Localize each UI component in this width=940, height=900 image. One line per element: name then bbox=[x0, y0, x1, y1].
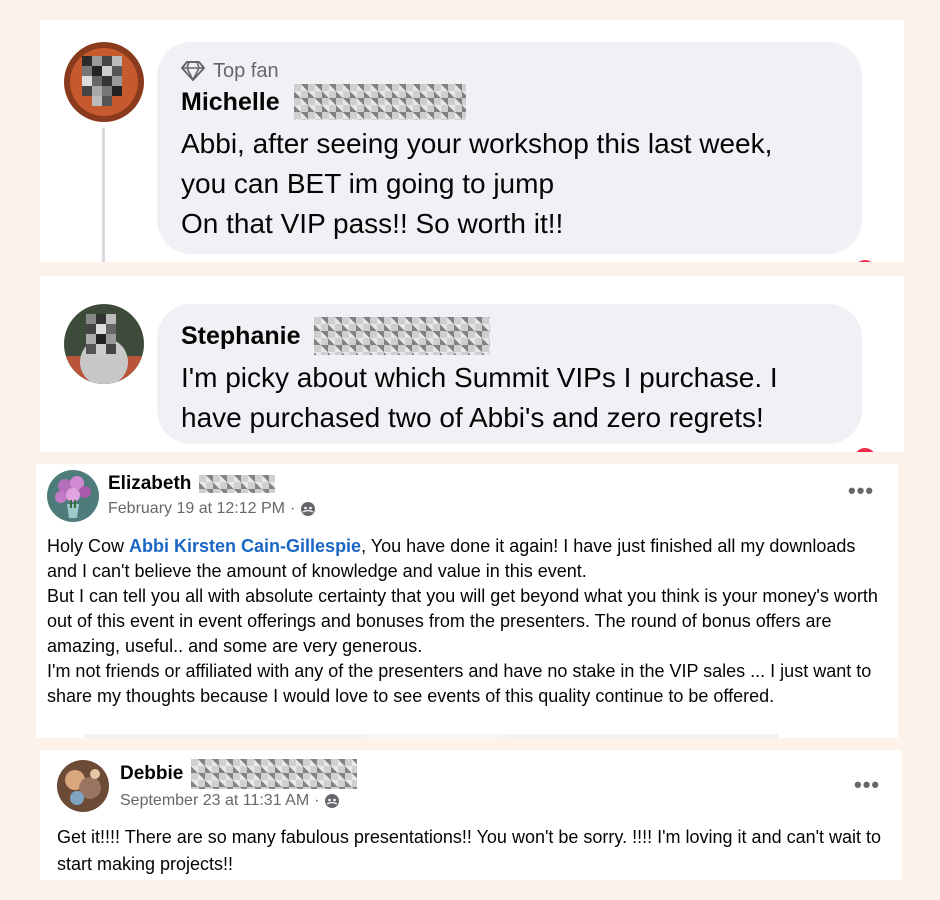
post-meta: February 19 at 12:12 PM · bbox=[108, 498, 316, 520]
comment-line: you can BET im going to jump bbox=[181, 168, 555, 199]
badge-label: Top fan bbox=[213, 59, 279, 82]
comment-line: have purchased two of Abbi's and zero re… bbox=[181, 402, 764, 433]
reaction-badge bbox=[854, 448, 876, 452]
post-paragraph: But I can tell you all with absolute cer… bbox=[47, 586, 878, 656]
redacted-last-name bbox=[293, 84, 466, 120]
redacted-last-name bbox=[199, 475, 276, 493]
text-run: Holy Cow bbox=[47, 536, 130, 556]
post-card-elizabeth: Elizabeth February 19 at 12:12 PM · ••• … bbox=[36, 464, 898, 738]
reply-thread-line bbox=[102, 128, 105, 262]
redacted-last-name bbox=[314, 317, 491, 355]
comment-text: I'm picky about which Summit VIPs I purc… bbox=[181, 358, 838, 438]
post-paragraph: Holy Cow Abbi Kirsten Cain-Gillespie, Yo… bbox=[47, 534, 887, 584]
globe-icon bbox=[301, 502, 316, 516]
commenter-first-name[interactable]: Stephanie bbox=[181, 322, 300, 351]
reaction-badge bbox=[854, 260, 876, 262]
comment-line: Abbi, after seeing your workshop this la… bbox=[181, 128, 773, 159]
more-options-icon[interactable]: ••• bbox=[854, 772, 880, 798]
avatar[interactable] bbox=[64, 42, 144, 122]
comment-line: On that VIP pass!! So worth it!! bbox=[181, 208, 564, 239]
poster-name[interactable]: Elizabeth bbox=[108, 472, 276, 496]
comment-card-michelle: Top fan Michelle Abbi, after seeing your… bbox=[40, 20, 904, 262]
poster-first-name[interactable]: Debbie bbox=[120, 763, 183, 785]
comment-bubble: Top fan Michelle Abbi, after seeing your… bbox=[157, 42, 862, 254]
post-paragraph: Get it!!!! There are so many fabulous pr… bbox=[57, 827, 882, 874]
poster-first-name[interactable]: Elizabeth bbox=[108, 473, 191, 495]
meta-separator: · bbox=[289, 500, 296, 517]
post-card-debbie: Debbie September 23 at 11:31 AM · ••• Ge… bbox=[40, 750, 902, 880]
comment-card-stephanie: Stephanie I'm picky about which Summit V… bbox=[40, 276, 904, 452]
commenter-first-name[interactable]: Michelle bbox=[181, 88, 280, 117]
comment-line: I'm picky about which Summit VIPs I purc… bbox=[181, 362, 778, 393]
mention-link[interactable]: Abbi Kirsten Cain-Gillespie bbox=[129, 536, 361, 556]
more-options-icon[interactable]: ••• bbox=[848, 478, 874, 504]
avatar[interactable] bbox=[47, 470, 99, 522]
commenter-name[interactable]: Stephanie bbox=[181, 317, 838, 355]
truncated-text-fragment bbox=[84, 734, 778, 738]
meta-separator: · bbox=[314, 792, 320, 809]
poster-name[interactable]: Debbie bbox=[120, 759, 358, 789]
top-fan-badge: Top fan bbox=[181, 58, 838, 84]
post-meta: September 23 at 11:31 AM · bbox=[120, 790, 340, 812]
post-body: Holy Cow Abbi Kirsten Cain-Gillespie, Yo… bbox=[47, 534, 887, 709]
post-timestamp[interactable]: September 23 at 11:31 AM bbox=[120, 792, 309, 810]
commenter-name[interactable]: Michelle bbox=[181, 84, 838, 120]
globe-icon bbox=[325, 794, 340, 808]
comment-bubble: Stephanie I'm picky about which Summit V… bbox=[157, 304, 862, 444]
diamond-icon bbox=[181, 61, 205, 81]
post-timestamp[interactable]: February 19 at 12:12 PM bbox=[108, 500, 285, 518]
post-paragraph: I'm not friends or affiliated with any o… bbox=[47, 661, 872, 706]
avatar[interactable] bbox=[57, 760, 109, 812]
post-body: Get it!!!! There are so many fabulous pr… bbox=[57, 824, 895, 878]
comment-text: Abbi, after seeing your workshop this la… bbox=[181, 124, 838, 244]
avatar[interactable] bbox=[64, 304, 144, 384]
redacted-last-name bbox=[191, 759, 358, 789]
